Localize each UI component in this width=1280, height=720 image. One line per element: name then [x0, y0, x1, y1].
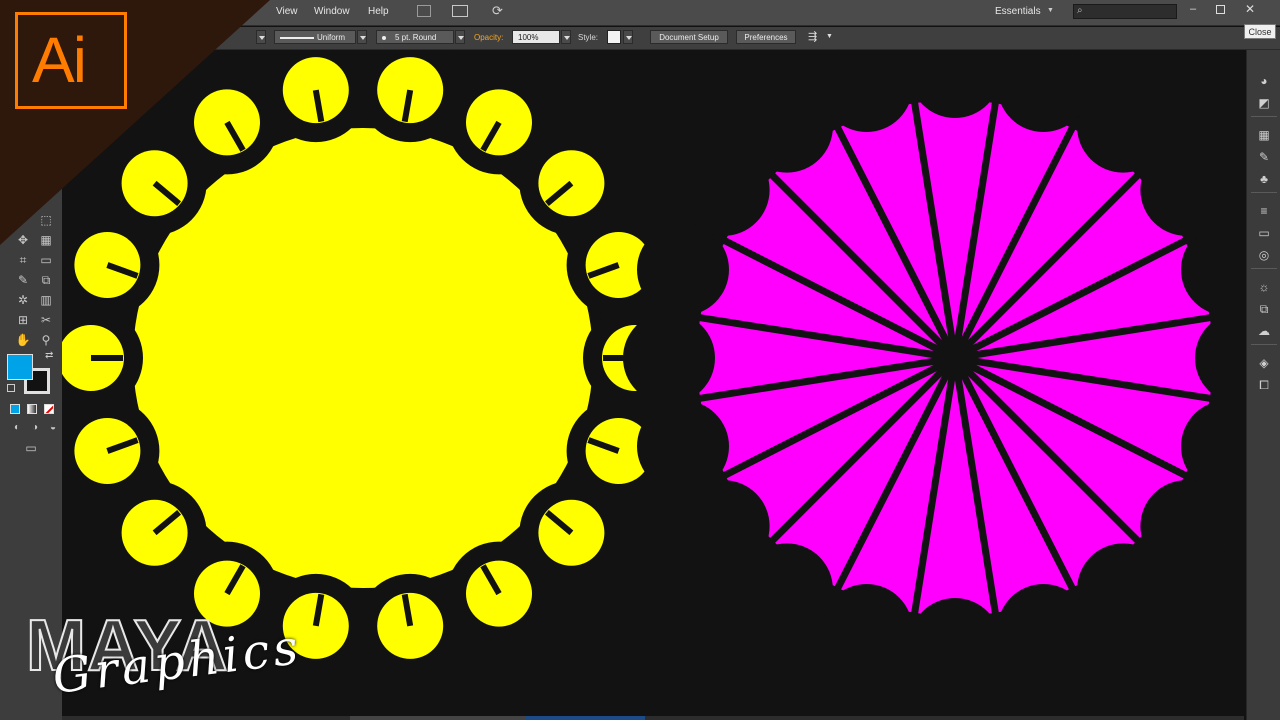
opacity-input[interactable]: 100% — [512, 30, 560, 44]
workspace-switcher[interactable]: Essentials — [995, 6, 1041, 17]
slice-tool-icon[interactable]: ✂ — [37, 312, 55, 328]
opacity-label[interactable]: Opacity: — [474, 33, 503, 42]
fill-color-swatch[interactable] — [7, 354, 33, 380]
mesh-icon[interactable]: ⌗ — [14, 252, 32, 268]
close-window-button[interactable]: ✕ — [1245, 2, 1255, 16]
default-colors-icon[interactable] — [7, 384, 15, 392]
brush-definition[interactable]: 5 pt. Round — [376, 30, 454, 44]
yellow-bulb — [74, 418, 141, 484]
stroke-line-icon — [280, 37, 314, 39]
brushes-icon[interactable]: ✎ — [1256, 150, 1272, 164]
close-tooltip[interactable]: Close — [1244, 24, 1276, 39]
swap-colors-icon[interactable]: ⇄ — [45, 350, 53, 361]
status-bar — [62, 716, 1244, 720]
dock-separator — [1251, 268, 1277, 269]
symbols-icon[interactable]: ♣ — [1256, 172, 1272, 186]
graphic-styles-icon[interactable]: ⧉ — [1256, 302, 1272, 316]
brush-dot-icon — [382, 36, 386, 40]
opacity-dropdown[interactable] — [561, 30, 571, 44]
style-dropdown[interactable] — [623, 30, 633, 44]
stroke-icon[interactable]: ≡ — [1256, 204, 1272, 218]
minimize-button[interactable]: – — [1190, 3, 1196, 15]
style-swatch[interactable] — [607, 30, 621, 44]
draw-behind-icon[interactable]: ◑ — [26, 420, 44, 436]
artboards-icon[interactable]: ⧠ — [1256, 378, 1272, 392]
sync-icon[interactable]: ⟳ — [492, 3, 503, 19]
color-mode-button[interactable] — [10, 404, 20, 414]
symbol-sprayer-icon[interactable]: ✲ — [14, 292, 32, 308]
magenta-scallop — [740, 80, 833, 173]
gradient-tool-icon[interactable]: ▭ — [37, 252, 55, 268]
swatches-icon[interactable]: ▦ — [1256, 128, 1272, 142]
panel-menu-icon[interactable]: ▼ — [826, 33, 833, 40]
scroll-thumb[interactable] — [525, 716, 645, 720]
creative-cloud-icon[interactable]: ☁ — [1256, 324, 1272, 338]
magenta-radial-flower-shape[interactable] — [623, 50, 1244, 690]
layers-icon[interactable]: ◈ — [1256, 356, 1272, 370]
magenta-scallop — [909, 598, 1001, 690]
search-input[interactable]: ⌕ — [1073, 4, 1177, 19]
screen-mode-icon[interactable]: ▭ — [22, 440, 40, 456]
arrange-icon[interactable]: ⇶ — [808, 30, 817, 43]
panel-dock: ◕ ◩ ▦ ✎ ♣ ≡ ▭ ◎ ☼ ⧉ ☁ ◈ ⧠ — [1246, 50, 1280, 720]
menu-help[interactable]: Help — [368, 6, 389, 17]
hand-tool-icon[interactable]: ✋ — [14, 332, 32, 348]
brush-label: 5 pt. Round — [395, 33, 437, 42]
blend-tool-icon[interactable]: ⧉ — [37, 272, 55, 288]
restore-button[interactable] — [1216, 5, 1225, 14]
appearance-icon[interactable]: ☼ — [1256, 280, 1272, 294]
variable-width-profile[interactable]: Uniform — [274, 30, 356, 44]
yellow-bulb — [466, 89, 532, 156]
preferences-button[interactable]: Preferences — [736, 30, 796, 44]
artboard-tool-icon[interactable]: ⊞ — [14, 312, 32, 328]
color-icon[interactable]: ◩ — [1256, 96, 1272, 110]
bridge-icon[interactable] — [417, 5, 431, 17]
brush-dropdown[interactable] — [455, 30, 465, 44]
dock-separator — [1251, 116, 1277, 117]
dock-separator — [1251, 344, 1277, 345]
gradient-icon[interactable]: ▭ — [1256, 226, 1272, 240]
search-icon: ⌕ — [1077, 5, 1083, 16]
transparency-icon[interactable]: ◎ — [1256, 248, 1272, 262]
magenta-scallop — [677, 480, 770, 573]
color-guide-icon[interactable]: ◕ — [1256, 74, 1272, 88]
draw-normal-icon[interactable]: ◐ — [8, 420, 26, 436]
stroke-profile-dropdown[interactable] — [357, 30, 367, 44]
chevron-down-icon: ▼ — [1047, 7, 1054, 14]
eyedropper-icon[interactable]: ✎ — [14, 272, 32, 288]
none-slash-icon — [45, 405, 53, 413]
horizontal-scrollbar[interactable] — [350, 716, 530, 720]
magenta-scallop — [1077, 543, 1170, 636]
arrange-documents-icon[interactable] — [452, 5, 468, 17]
stroke-profile-label: Uniform — [317, 33, 346, 42]
column-graph-icon[interactable]: ▥ — [37, 292, 55, 308]
style-label: Style: — [578, 33, 599, 42]
gradient-mode-button[interactable] — [27, 404, 37, 414]
magenta-center — [939, 342, 971, 374]
menu-window[interactable]: Window — [314, 6, 350, 17]
draw-inside-icon[interactable]: ◒ — [44, 420, 62, 436]
zoom-tool-icon[interactable]: ⚲ — [37, 332, 55, 348]
document-setup-button[interactable]: Document Setup — [650, 30, 728, 44]
magenta-scallop — [623, 312, 715, 404]
none-mode-button[interactable] — [44, 404, 54, 414]
magenta-scallop — [1140, 143, 1233, 236]
illustrator-logo-text: Ai — [32, 24, 87, 96]
dock-separator — [1251, 192, 1277, 193]
